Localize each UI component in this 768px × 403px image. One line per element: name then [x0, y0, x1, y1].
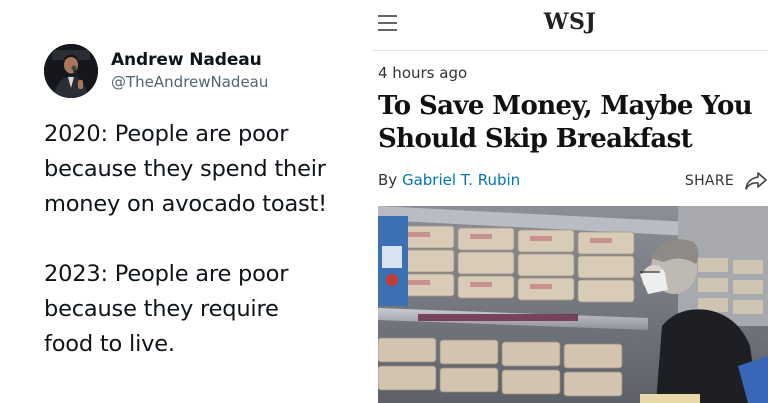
tweet-text: 2020: People are poor because they spend… — [44, 117, 364, 362]
headline-line: Should Skip Breakfast — [378, 124, 693, 154]
tweet-line: 2020: People are poor — [44, 121, 289, 147]
author-link[interactable]: Gabriel T. Rubin — [402, 171, 520, 189]
headline-line: To Save Money, Maybe You — [378, 91, 753, 121]
tweet-line: because they require — [44, 296, 279, 322]
tweet-card: Andrew Nadeau @TheAndrewNadeau 2020: Peo… — [0, 0, 370, 403]
display-name[interactable]: Andrew Nadeau — [111, 50, 262, 70]
tweet-line: food to live. — [44, 331, 175, 357]
byline: By Gabriel T. Rubin — [378, 171, 520, 189]
share-label: SHARE — [684, 173, 734, 189]
avatar[interactable] — [44, 44, 98, 98]
tweet-line: 2023: People are poor — [44, 261, 289, 287]
article-photo[interactable] — [378, 206, 768, 403]
user-handle[interactable]: @TheAndrewNadeau — [111, 73, 268, 91]
tweet-line: because they spend their — [44, 156, 326, 182]
article-headline[interactable]: To Save Money, Maybe You Should Skip Bre… — [378, 90, 766, 156]
site-header: WSJ — [372, 0, 768, 51]
tweet-line: money on avocado toast! — [44, 191, 328, 217]
share-button[interactable]: SHARE — [685, 170, 768, 192]
site-logo[interactable]: WSJ — [372, 9, 768, 35]
article-screenshot: WSJ 4 hours ago To Save Money, Maybe You… — [372, 0, 768, 403]
byline-prefix: By — [378, 171, 398, 189]
article-timestamp: 4 hours ago — [378, 64, 468, 82]
share-arrow-icon — [745, 172, 767, 190]
